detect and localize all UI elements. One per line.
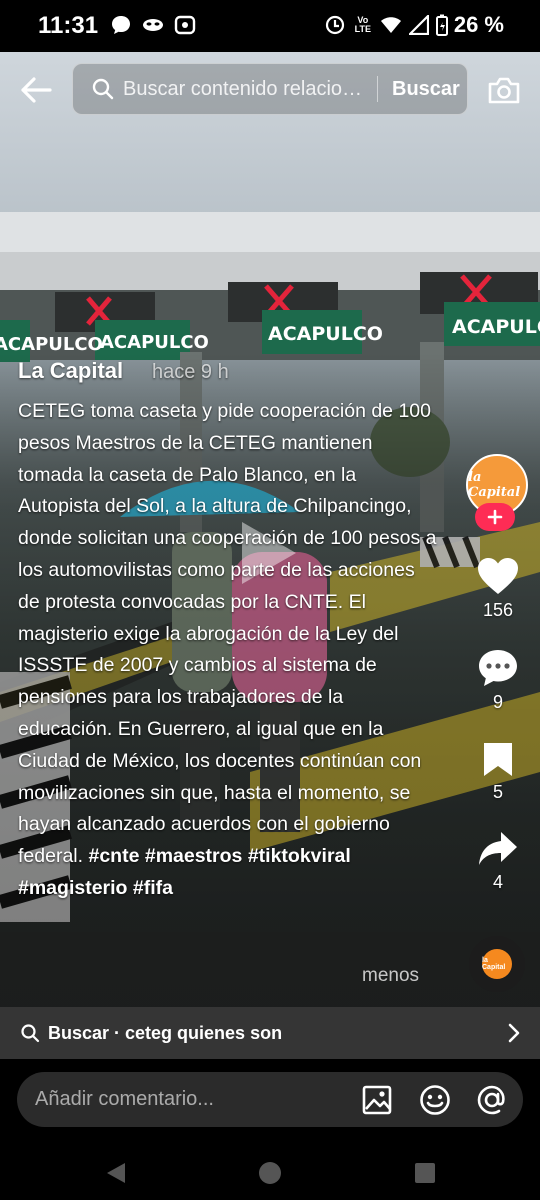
triangle-back-icon (107, 1163, 125, 1183)
back-button[interactable] (16, 70, 56, 110)
search-divider (377, 76, 378, 102)
camera-button[interactable] (484, 70, 524, 110)
search-button[interactable]: Buscar (392, 78, 460, 101)
camera-icon (488, 77, 520, 104)
comment-input[interactable]: Añadir comentario... (17, 1072, 523, 1127)
battery-level: 26 % (453, 12, 504, 37)
mention-icon[interactable] (475, 1083, 509, 1117)
search-placeholder[interactable]: Buscar contenido relacionado (123, 78, 363, 101)
related-search-prefix: Buscar (48, 1022, 110, 1043)
bookmark-icon (484, 743, 512, 776)
caption-text: CETEG toma caseta y pide cooperación de … (18, 400, 437, 868)
related-search-bar[interactable]: Buscar · ceteg quienes son (0, 1007, 540, 1059)
post-caption: CETEG toma caseta y pide cooperación de … (18, 396, 438, 905)
mask-notification-icon (142, 14, 164, 36)
save-button[interactable]: 5 (468, 740, 528, 803)
chevron-right-icon (502, 1021, 526, 1045)
sign-text: ACAPULCO (268, 323, 383, 345)
comments-button[interactable]: 9 (468, 648, 528, 713)
alarm-icon (324, 14, 346, 36)
like-count: 156 (482, 600, 514, 620)
hashtag[interactable]: #tiktokviral (248, 845, 351, 867)
related-search-query: ceteg quienes son (125, 1022, 283, 1043)
wifi-icon (380, 14, 402, 36)
save-count: 5 (492, 782, 503, 802)
image-icon[interactable] (360, 1083, 394, 1117)
nav-recents-button[interactable] (405, 1153, 445, 1193)
app-notification-icon (174, 14, 196, 36)
nav-back-button[interactable] (96, 1153, 136, 1193)
signal-icon (408, 14, 430, 36)
share-count: 4 (492, 872, 503, 892)
hashtag[interactable]: #magisterio (18, 877, 127, 899)
show-less-link[interactable]: menos (362, 965, 419, 987)
sign-text: ACAPULCO (100, 332, 209, 353)
post-time: hace 9 h (152, 361, 229, 383)
plus-icon (487, 509, 503, 525)
heart-icon (478, 558, 518, 594)
hashtag[interactable]: #maestros (145, 845, 243, 867)
chat-notification-icon (110, 14, 132, 36)
status-bar: 11:31 Vo LTE 26 % (0, 0, 540, 52)
battery-icon (435, 14, 448, 36)
emoji-icon[interactable] (418, 1083, 452, 1117)
volte-indicator: Vo LTE (354, 15, 372, 34)
clock: 11:31 (38, 12, 99, 39)
search-field[interactable]: Buscar contenido relacionado Buscar (72, 63, 468, 115)
square-recents-icon (415, 1163, 435, 1183)
sign-text: ACAPULCO (452, 316, 540, 338)
share-button[interactable]: 4 (468, 830, 528, 893)
music-disc[interactable]: la Capital (469, 936, 525, 992)
comment-placeholder[interactable]: Añadir comentario... (35, 1088, 214, 1111)
nav-home-button[interactable] (250, 1153, 290, 1193)
comment-count: 9 (492, 692, 503, 712)
follow-button[interactable] (475, 503, 515, 531)
like-button[interactable]: 156 (468, 556, 528, 621)
system-nav-bar (0, 1145, 540, 1200)
related-search-text: Buscar · ceteg quienes son (48, 1023, 282, 1044)
hashtag[interactable]: #fifa (133, 877, 173, 899)
share-arrow-icon (479, 832, 517, 865)
related-search-separator: · (109, 1022, 126, 1043)
comment-icon (479, 650, 517, 686)
arrow-left-icon (21, 77, 52, 103)
author-name[interactable]: La Capital (18, 358, 123, 384)
comment-bar: Añadir comentario... (0, 1059, 540, 1145)
search-icon (83, 69, 123, 109)
circle-home-icon (259, 1162, 281, 1184)
search-icon (18, 1021, 42, 1045)
hashtag[interactable]: #cnte (88, 845, 139, 867)
music-disc-cover: la Capital (482, 949, 512, 979)
